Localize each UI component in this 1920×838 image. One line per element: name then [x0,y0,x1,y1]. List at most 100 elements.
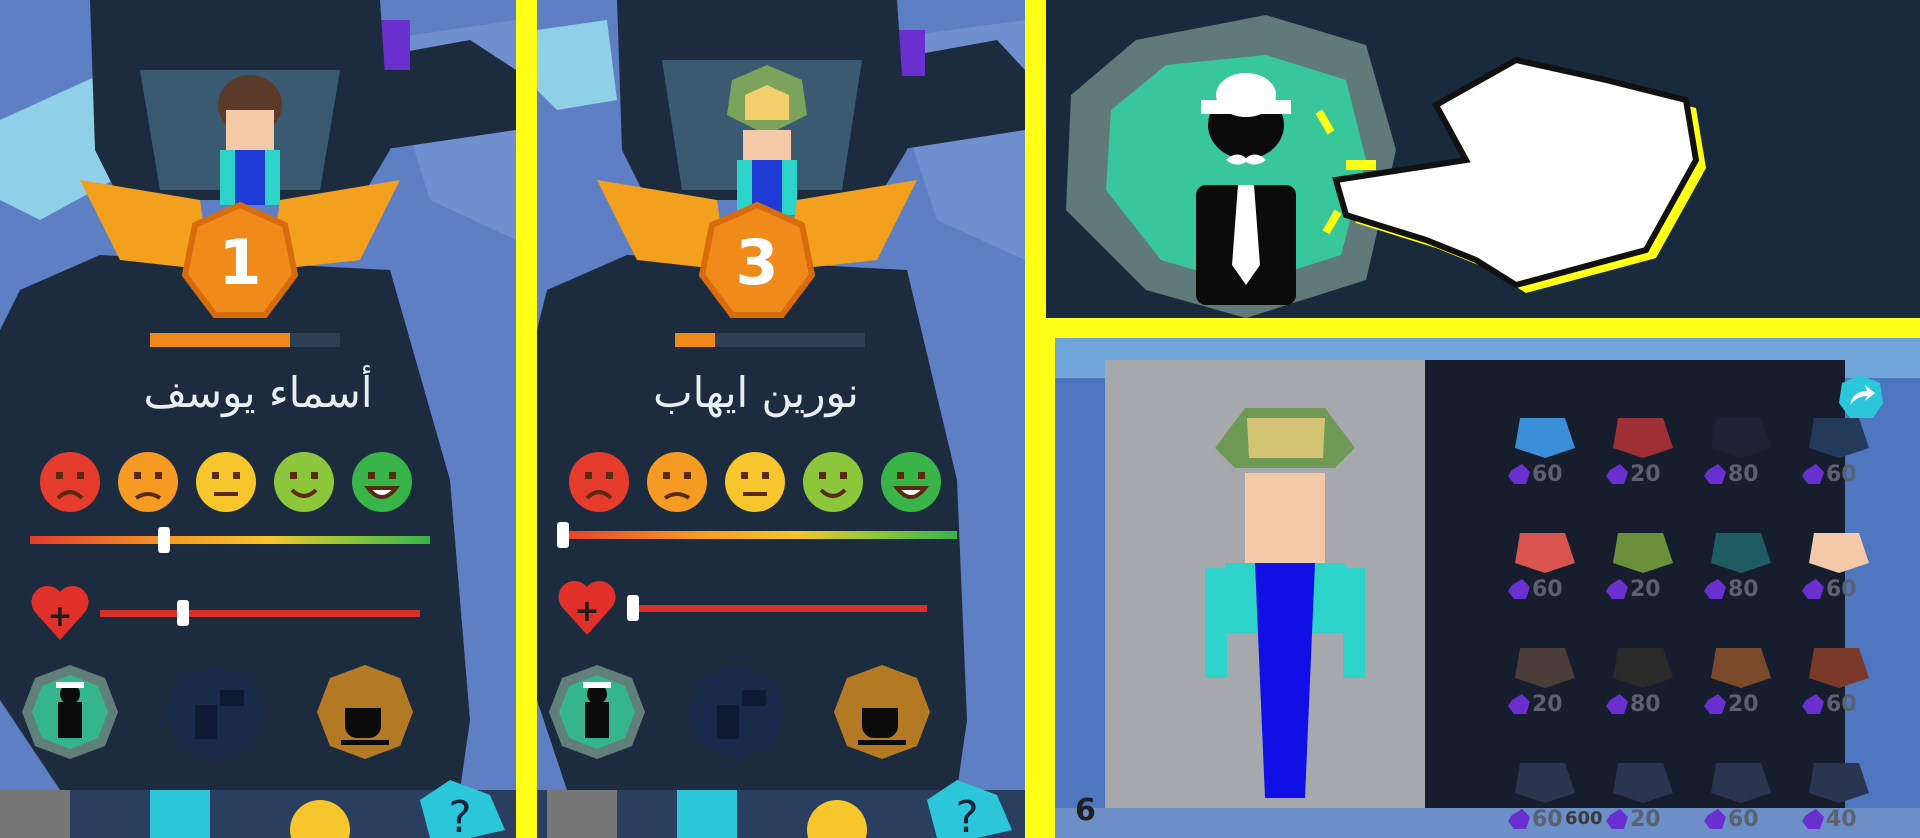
health-row: + [31,585,420,640]
gem-icon [1508,464,1530,484]
shop-item-price: 20 [1630,577,1661,602]
shop-item[interactable]: 60 [1794,628,1884,738]
coffee-cup-icon [345,708,381,738]
rank-number: 3 [735,226,779,299]
shop-item-price: 80 [1728,577,1759,602]
outfit-button[interactable] [22,665,118,759]
action-bar [549,665,930,759]
gem-icon [1508,579,1530,599]
rank-number: 1 [218,226,262,299]
gem-icon [1508,694,1530,714]
grin-face-icon [881,452,941,512]
xp-bar [150,333,340,347]
shop-item[interactable]: 20 [1696,628,1786,738]
gem-icon [1802,694,1824,714]
shop-item[interactable]: 80 [1696,513,1786,623]
sad-face-icon [118,452,178,512]
bottom-hud: ? [0,780,505,838]
neutral-face-icon [725,452,785,512]
chat-button[interactable] [167,665,263,759]
wardrobe-panel: 60 20 80 60 60 20 80 60 20 80 20 60 60 20 60 40 6 600 [1055,338,1920,838]
shop-item[interactable]: 20 [1598,743,1688,838]
tutorial-hint-panel [1046,0,1920,318]
gem-icon [1802,464,1824,484]
gem-icon [1606,809,1628,829]
gem-icon [1704,809,1726,829]
shop-item-price: 60 [1728,807,1759,832]
inventory-button[interactable] [547,790,617,838]
angry-face-icon [40,452,100,512]
mood-slider[interactable] [30,525,430,555]
health-slider-thumb[interactable] [627,595,639,621]
gem-icon [1508,809,1530,829]
shop-item[interactable]: 60 [1794,398,1884,508]
shop-item-price: 60 [1532,577,1563,602]
svg-text:?: ? [955,792,978,838]
sad-face-icon [647,452,707,512]
shop-item[interactable]: 20 [1598,513,1688,623]
preview-character [1205,408,1365,798]
shop-item-price: 60 [1826,692,1857,717]
shop-item-price: 20 [1630,807,1661,832]
mood-row [38,450,428,515]
shop-grid: 60 20 80 60 60 20 80 60 20 80 20 60 60 20 60 40 [1500,398,1880,832]
health-bar [627,605,927,612]
shop-item-price: 80 [1630,692,1661,717]
smile-face-icon [803,452,863,512]
gem-icon [1802,579,1824,599]
bottom-hud: ? [547,780,1012,838]
coffee-button[interactable] [834,665,930,759]
mood-row [567,450,957,515]
shop-item[interactable]: 60 [1500,398,1590,508]
add-character-button[interactable] [677,790,737,838]
mood-slider-thumb[interactable] [557,522,569,548]
gem-icon [1606,579,1628,599]
character-card-1: 1 أسماء يوسف + ? [0,0,516,838]
svg-text:+: + [574,594,599,629]
pointing-hand-icon [1332,56,1700,289]
gem-icon [1606,694,1628,714]
shop-item-price: 40 [1826,807,1857,832]
shop-item[interactable]: 40 [1794,743,1884,838]
character-name: نورين ايهاب [653,368,859,417]
svg-text:+: + [47,599,72,634]
grin-face-icon [352,452,412,512]
settings-gear-icon[interactable] [290,800,350,838]
shop-item-price: 60 [1826,577,1857,602]
health-row: + [558,580,927,635]
chat-button[interactable] [689,665,785,759]
svg-text:?: ? [448,792,471,838]
tutorial-hint [1066,15,1706,318]
shop-item-price: 20 [1532,692,1563,717]
outfit-button[interactable] [549,665,645,759]
character-name: أسماء يوسف [143,368,373,417]
shop-item[interactable]: 60 [1696,743,1786,838]
add-character-button[interactable] [150,790,210,838]
shop-item-price: 80 [1728,462,1759,487]
inventory-button[interactable] [0,790,70,838]
shop-item[interactable]: 80 [1598,628,1688,738]
angry-face-icon [569,452,629,512]
shop-item-price: 60 [1826,462,1857,487]
shop-item[interactable]: 60 [1794,513,1884,623]
coffee-button[interactable] [317,665,413,759]
shop-item-price: 20 [1630,462,1661,487]
mood-slider-thumb[interactable] [158,527,170,553]
hud-counter: 6 [1075,793,1096,828]
mood-slider[interactable] [557,520,957,550]
bottom-value: 600 [1565,808,1603,829]
gem-icon [1802,809,1824,829]
shop-item[interactable]: 20 [1500,628,1590,738]
action-bar [22,665,413,759]
settings-gear-icon[interactable] [807,800,867,838]
coffee-cup-icon [862,708,898,738]
shop-item[interactable]: 20 [1598,398,1688,508]
gem-icon [1704,464,1726,484]
shop-item[interactable]: 80 [1696,398,1786,508]
shop-item-price: 60 [1532,807,1563,832]
character-card-2: 3 نورين ايهاب + ? [537,0,1025,838]
shop-item-price: 20 [1728,692,1759,717]
health-slider-thumb[interactable] [177,600,189,626]
smile-face-icon [274,452,334,512]
shop-item[interactable]: 60 [1500,513,1590,623]
